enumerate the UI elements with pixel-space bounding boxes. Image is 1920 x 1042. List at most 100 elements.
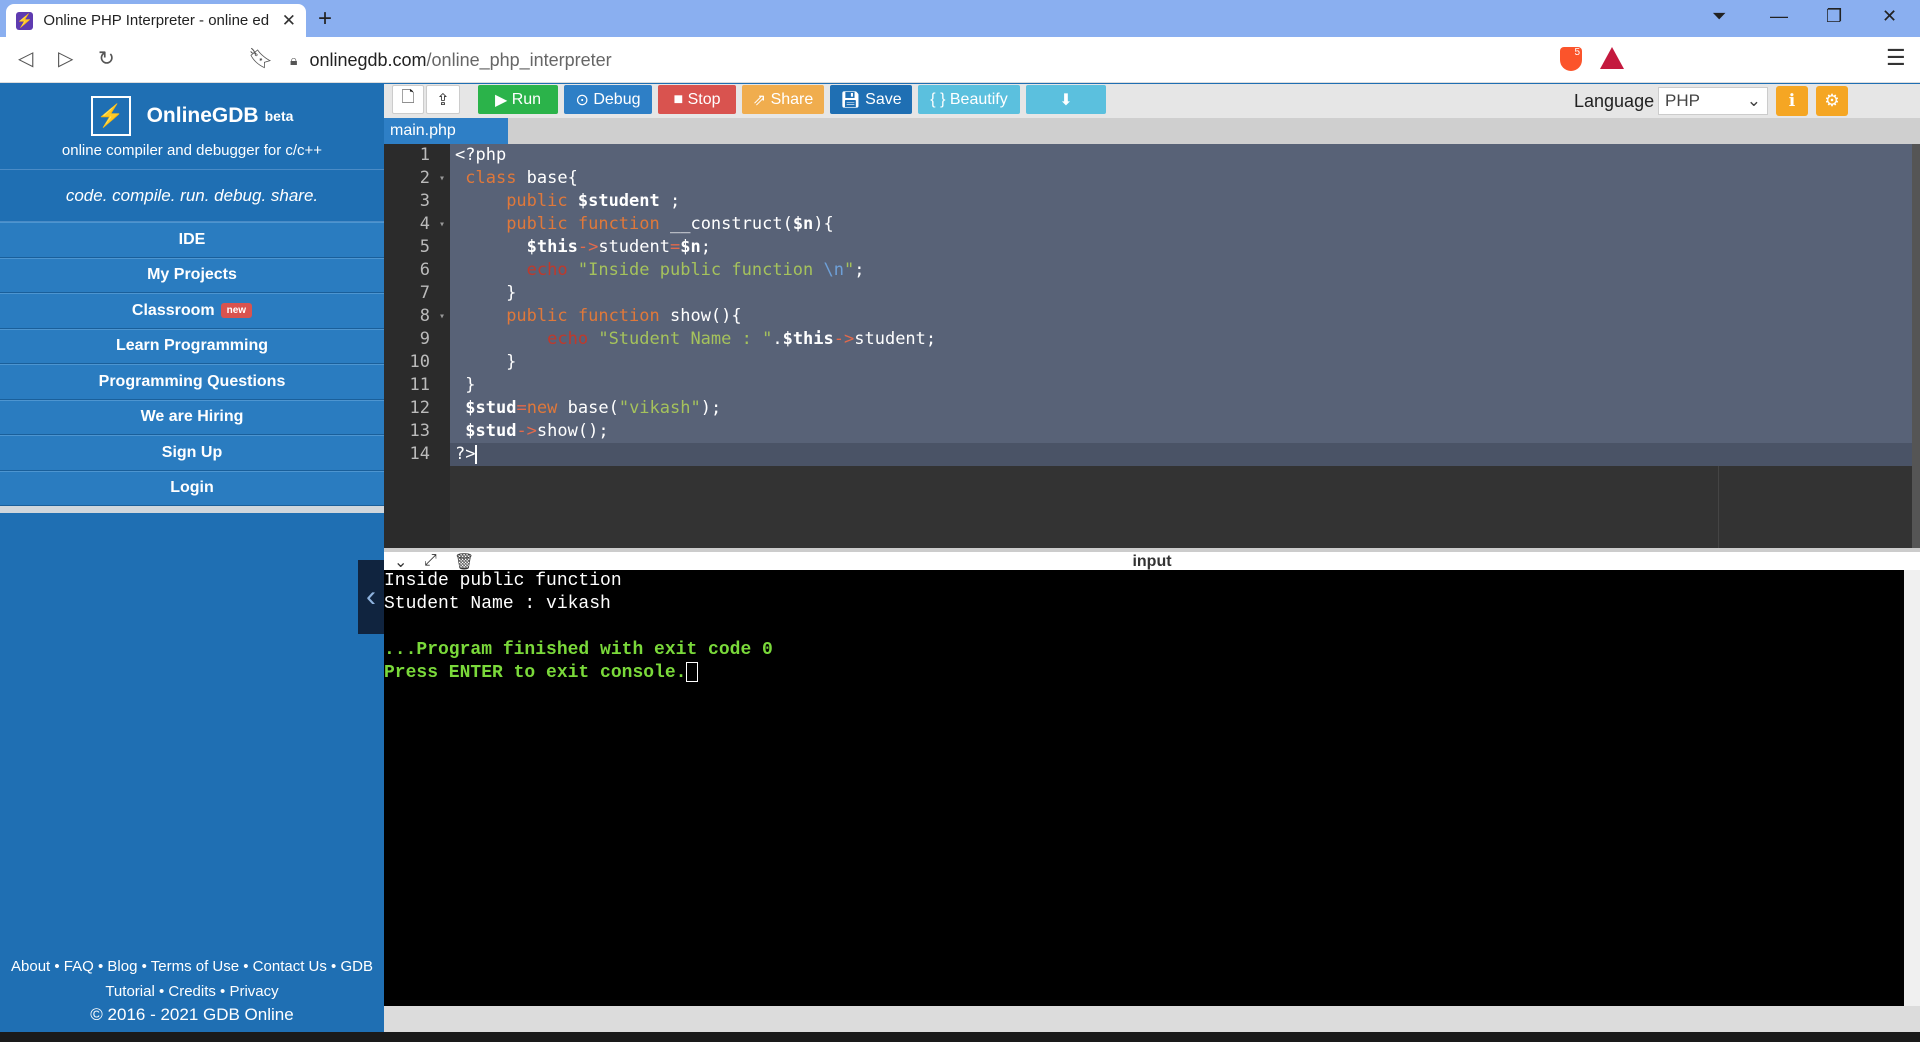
minimize-icon[interactable]: — [1770,6,1788,27]
fold-arrow-icon[interactable]: ▾ [439,305,445,328]
footer-links-2[interactable]: Tutorial • Credits • Privacy [0,979,384,1004]
editor-scrollbar[interactable] [1912,144,1920,548]
code-line: public function __construct($n){ [506,214,834,234]
sidebar-item-hiring[interactable]: We are Hiring [0,399,384,435]
code-line: echo "Inside public function \n"; [526,260,865,280]
download-icon[interactable]: ⬇ [1026,85,1106,114]
brand-subtitle: online compiler and debugger for c/c++ [61,142,323,159]
line-number: 10 [409,352,430,372]
console-line: Student Name : vikash [384,594,611,614]
sidebar-item-sign-up[interactable]: Sign Up [0,435,384,471]
address-bar[interactable]: 🔒︎ onlinegdb.com/online_php_interpreter [290,43,1634,77]
print-margin [1718,466,1719,548]
browser-toolbar: ◁ ▷ ↻ 🔖︎ 🔒︎ onlinegdb.com/online_php_int… [0,37,1920,83]
save-button[interactable]: 💾︎ Save [830,85,912,114]
tab-main-php[interactable]: main.php [384,118,508,144]
sidebar-item-label: IDE [178,230,206,248]
sidebar-item-label: Login [170,479,214,497]
onlinegdb-logo-icon: ⚡ [90,96,131,136]
sidebar-item-label: Learn Programming [115,337,269,355]
tab-close-icon[interactable]: ✕ [282,11,296,31]
gear-icon[interactable]: ⚙ [1816,86,1848,116]
chevron-down-icon: ⌄ [1746,91,1761,110]
text-cursor [475,444,478,464]
brave-shields-icon[interactable]: 5 [1560,47,1582,71]
copyright: © 2016 - 2021 GDB Online [90,1005,294,1024]
brand-beta: beta [264,108,294,124]
stop-button[interactable]: ■ Stop [658,85,736,114]
sidebar: ⚡ OnlineGDB beta online compiler and deb… [0,84,384,1032]
stop-icon: ■ [673,90,688,108]
os-taskbar [0,1032,1920,1042]
console-line: Inside public function [384,571,622,591]
line-number: 5 [419,237,430,257]
code-editor[interactable]: 1 2 ▾ 3 4 ▾ 5 6 7 8 ▾ 9 10 11 12 13 14 <?php class base{… [384,144,1920,548]
sidebar-item-programming-questions[interactable]: Programming Questions [0,364,384,400]
share-button[interactable]: ⇗ Share [742,85,824,114]
line-number: 14 [409,444,430,464]
console-scrollbar[interactable] [1904,570,1920,1006]
back-icon[interactable]: ◁ [18,46,33,71]
sidebar-item-label: My Projects [147,266,237,284]
code-line: $stud->show(); [465,421,609,441]
code-line: <?php [455,145,507,165]
sidebar-item-login[interactable]: Login [0,470,384,506]
sidebar-item-learn-programming[interactable]: Learn Programming [0,328,384,364]
forward-icon[interactable]: ▷ [58,46,73,71]
line-number: 1 [419,145,430,165]
save-icon: 💾︎ [840,91,866,109]
code-line: class base{ [465,168,578,188]
code-line: $this->student=$n; [526,237,711,257]
upload-icon[interactable]: ⇪ [426,85,460,114]
code-line: } [455,283,517,303]
line-number: 4 ▾ [419,213,445,236]
language-label: Language [1574,91,1655,111]
console-prompt-text: Press ENTER to exit console. [384,663,687,683]
new-tab-button[interactable]: + [318,5,332,33]
fold-arrow-icon[interactable]: ▾ [439,167,445,190]
code-line: } [455,375,476,395]
browser-menu-icon[interactable]: ☰ [1886,45,1906,71]
line-gutter: 1 2 ▾ 3 4 ▾ 5 6 7 8 ▾ 9 10 11 12 13 14 [384,144,450,548]
language-select[interactable]: PHP ⌄ [1658,87,1768,115]
lock-icon: 🔒︎ [290,51,298,68]
line-number: 11 [409,375,430,395]
brave-rewards-icon[interactable] [1600,47,1624,69]
code-area[interactable]: <?php class base{ public $student ; publ… [450,144,1920,466]
brand[interactable]: ⚡ OnlineGDB beta online compiler and deb… [0,84,384,170]
collapse-sidebar-chevron-left-icon[interactable]: ‹ [358,560,384,634]
debug-icon: ⊙ [575,91,594,109]
sidebar-item-label: Programming Questions [98,372,286,390]
profile-dropdown-icon[interactable]: ⏷ [1712,6,1726,27]
console-output[interactable]: Inside public function Student Name : vi… [384,570,1920,1006]
fold-arrow-icon[interactable]: ▾ [439,213,445,236]
language-value: PHP [1665,91,1700,110]
debug-button[interactable]: ⊙ Debug [564,85,652,114]
line-number: 8 ▾ [419,305,445,328]
new-badge: new [220,303,253,319]
code-line: } [455,352,517,372]
restore-icon[interactable]: ❐ [1826,6,1842,27]
close-window-icon[interactable]: ✕ [1882,6,1897,27]
run-button[interactable]: ▶ Run [478,85,558,114]
url-path: /online_php_interpreter [426,49,612,70]
new-file-icon[interactable]: 🗋 [392,85,424,114]
line-number: 9 [419,329,430,349]
onlinegdb-favicon-icon: ⚡ [16,11,34,30]
sidebar-item-ide[interactable]: IDE [0,222,384,258]
line-number: 7 [419,283,430,303]
info-icon[interactable]: ℹ [1776,86,1808,116]
line-number: 12 [409,398,430,418]
brave-badge: 5 [1574,47,1580,58]
share-icon: ⇗ [752,91,771,109]
bookmark-icon[interactable]: 🔖︎ [248,46,273,71]
ide-toolbar: 🗋 ⇪ ▶ Run ⊙ Debug ■ Stop ⇗ Share 💾︎ Save… [384,84,1920,118]
footer-links[interactable]: About • FAQ • Blog • Terms of Use • Cont… [0,954,384,979]
browser-tab[interactable]: ⚡ Online PHP Interpreter - online ed ✕ [6,4,306,37]
beautify-button[interactable]: { } Beautify [918,85,1020,114]
sidebar-item-my-projects[interactable]: My Projects [0,257,384,293]
reload-icon[interactable]: ↻ [98,46,115,71]
code-line: $stud=new base("vikash"); [465,398,722,418]
sidebar-item-classroom[interactable]: Classroom new [0,293,384,329]
